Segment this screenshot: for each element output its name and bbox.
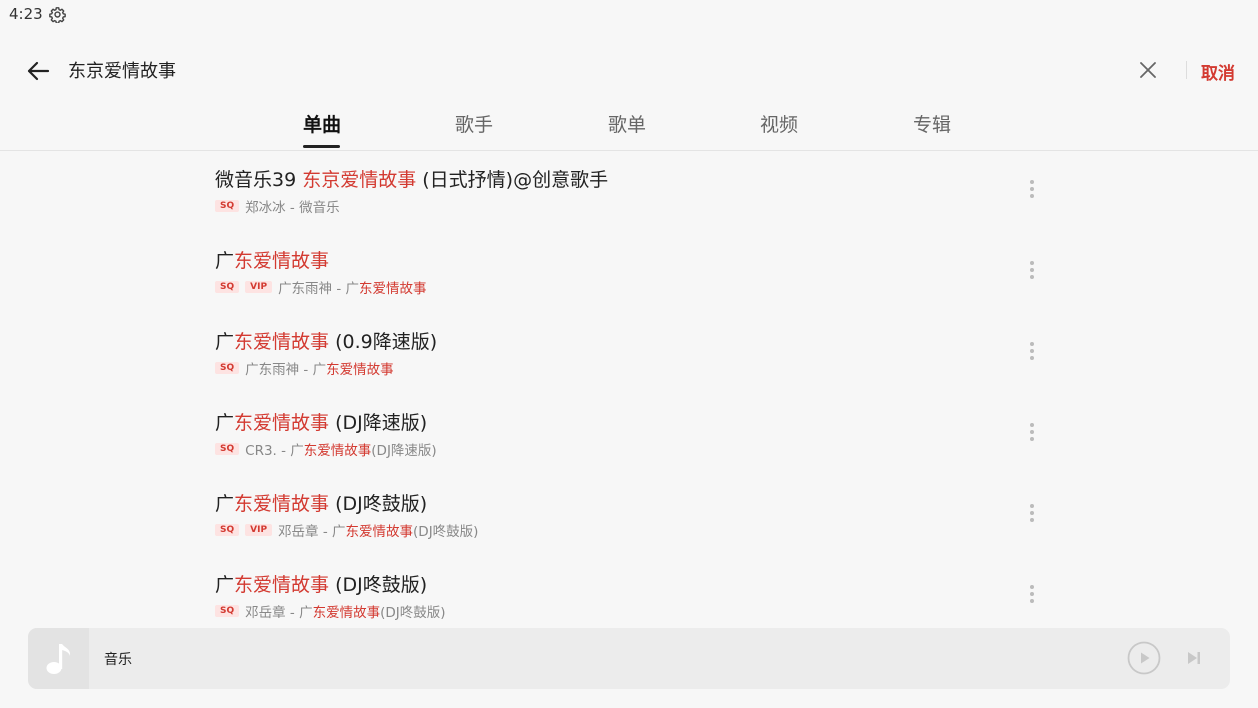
- more-vertical-icon[interactable]: [1022, 339, 1042, 363]
- song-meta-text: (DJ咚鼓版): [380, 605, 446, 621]
- song-list: 微音乐39 东京爱情故事 (日式抒情)@创意歌手 SQ 郑冰冰 - 微音乐 广东爱情故…: [0, 151, 1258, 629]
- arrow-left-icon[interactable]: [22, 55, 54, 87]
- song-title-text: 广: [215, 250, 235, 272]
- song-title: 广东爱情故事 (DJ降速版): [215, 408, 427, 435]
- song-row[interactable]: 广东爱情故事 (DJ咚鼓版) SQ VIP 邓岳章 - 广东爱情故事 (DJ咚鼓版): [0, 475, 1258, 556]
- song-meta-highlight: 东爱情故事: [312, 605, 381, 621]
- mini-player[interactable]: 音乐: [28, 628, 1230, 689]
- player-title: 音乐: [104, 652, 132, 668]
- song-row[interactable]: 微音乐39 东京爱情故事 (日式抒情)@创意歌手 SQ 郑冰冰 - 微音乐: [0, 151, 1258, 232]
- song-title-highlight: 东爱情故事: [234, 412, 330, 434]
- music-note-icon: [46, 644, 71, 674]
- song-title: 广东爱情故事 (DJ咚鼓版): [215, 489, 427, 516]
- song-title-highlight: 东爱情故事: [234, 493, 330, 515]
- song-title-text: 广: [215, 331, 235, 353]
- song-title-text: 广: [215, 493, 235, 515]
- song-meta: SQ VIP 邓岳章 - 广东爱情故事 (DJ咚鼓版): [215, 521, 479, 540]
- song-meta-text: (DJ降速版): [371, 443, 437, 459]
- song-title: 广东爱情故事: [215, 246, 329, 273]
- song-meta: SQ CR3. - 广东爱情故事 (DJ降速版): [215, 440, 437, 459]
- song-meta-text: 广东雨神 - 广: [245, 362, 327, 378]
- tab-albums[interactable]: 专辑: [892, 110, 972, 137]
- quality-badge: SQ: [215, 362, 240, 374]
- song-meta-highlight: 东爱情故事: [345, 524, 414, 540]
- song-title-text: (0.9降速版): [329, 331, 438, 353]
- status-bar: 4:23: [0, 0, 1258, 28]
- song-meta-highlight: 东爱情故事: [326, 362, 394, 378]
- song-meta: SQ 广东雨神 - 广东爱情故事: [215, 359, 394, 378]
- song-title: 微音乐39 东京爱情故事 (日式抒情)@创意歌手: [215, 165, 608, 192]
- quality-badge: SQ: [215, 281, 240, 293]
- song-title-highlight: 东爱情故事: [234, 250, 330, 272]
- more-vertical-icon[interactable]: [1022, 420, 1042, 444]
- song-title-highlight: 东京爱情故事: [302, 169, 417, 191]
- quality-badge: VIP: [245, 281, 273, 293]
- more-vertical-icon[interactable]: [1022, 582, 1042, 606]
- song-title-highlight: 东爱情故事: [234, 331, 330, 353]
- song-title-text: 广: [215, 574, 235, 596]
- song-title: 广东爱情故事 (0.9降速版): [215, 327, 437, 354]
- song-meta-text: (DJ咚鼓版): [413, 524, 479, 540]
- quality-badge: SQ: [215, 524, 240, 536]
- skip-next-icon[interactable]: [1184, 648, 1204, 668]
- song-meta-text: 广东雨神 - 广: [278, 281, 360, 297]
- song-title-text: (日式抒情)@创意歌手: [416, 169, 609, 191]
- tab-bar: 单曲 歌手 歌单 视频 专辑: [0, 100, 1258, 151]
- song-meta-highlight: 东爱情故事: [359, 281, 427, 297]
- song-row[interactable]: 广东爱情故事 (DJ降速版) SQ CR3. - 广东爱情故事 (DJ降速版): [0, 394, 1258, 475]
- album-cover[interactable]: [28, 628, 89, 689]
- quality-badge: SQ: [215, 200, 240, 212]
- song-title: 广东爱情故事 (DJ咚鼓版): [215, 570, 427, 597]
- quality-badge: SQ: [215, 443, 240, 455]
- status-time: 4:23: [9, 5, 43, 23]
- song-row[interactable]: 广东爱情故事 SQ VIP 广东雨神 - 广东爱情故事: [0, 232, 1258, 313]
- close-icon[interactable]: [1136, 58, 1160, 82]
- tab-artists[interactable]: 歌手: [434, 110, 514, 137]
- quality-badge: SQ: [215, 605, 240, 617]
- tab-songs[interactable]: 单曲: [282, 110, 362, 137]
- song-title-text: 微音乐39: [215, 169, 303, 191]
- search-input[interactable]: [68, 57, 1068, 83]
- gear-icon: [49, 7, 66, 23]
- more-vertical-icon[interactable]: [1022, 177, 1042, 201]
- song-meta: SQ VIP 广东雨神 - 广东爱情故事: [215, 278, 427, 297]
- more-vertical-icon[interactable]: [1022, 501, 1042, 525]
- tab-indicator: [303, 145, 340, 148]
- divider: [1186, 61, 1187, 79]
- song-meta-text: 郑冰冰 - 微音乐: [245, 200, 340, 216]
- song-row[interactable]: 广东爱情故事 (0.9降速版) SQ 广东雨神 - 广东爱情故事: [0, 313, 1258, 394]
- song-title-text: 广: [215, 412, 235, 434]
- tab-playlists[interactable]: 歌单: [587, 110, 667, 137]
- song-meta-highlight: 东爱情故事: [303, 443, 372, 459]
- tab-videos[interactable]: 视频: [739, 110, 819, 137]
- song-meta-text: 邓岳章 - 广: [245, 605, 313, 621]
- more-vertical-icon[interactable]: [1022, 258, 1042, 282]
- quality-badge: VIP: [245, 524, 273, 536]
- song-title-text: (DJ咚鼓版): [329, 574, 428, 596]
- song-title-highlight: 东爱情故事: [234, 574, 330, 596]
- song-meta-text: CR3. - 广: [245, 443, 304, 459]
- song-meta-text: 邓岳章 - 广: [278, 524, 346, 540]
- song-meta: SQ 邓岳章 - 广东爱情故事 (DJ咚鼓版): [215, 602, 446, 621]
- song-title-text: (DJ降速版): [329, 412, 428, 434]
- play-icon[interactable]: [1127, 641, 1161, 675]
- cancel-button[interactable]: 取消: [1201, 59, 1235, 84]
- search-bar: 取消: [0, 40, 1258, 100]
- song-meta: SQ 郑冰冰 - 微音乐: [215, 197, 340, 216]
- song-row[interactable]: 广东爱情故事 (DJ咚鼓版) SQ 邓岳章 - 广东爱情故事 (DJ咚鼓版): [0, 556, 1258, 629]
- song-title-text: (DJ咚鼓版): [329, 493, 428, 515]
